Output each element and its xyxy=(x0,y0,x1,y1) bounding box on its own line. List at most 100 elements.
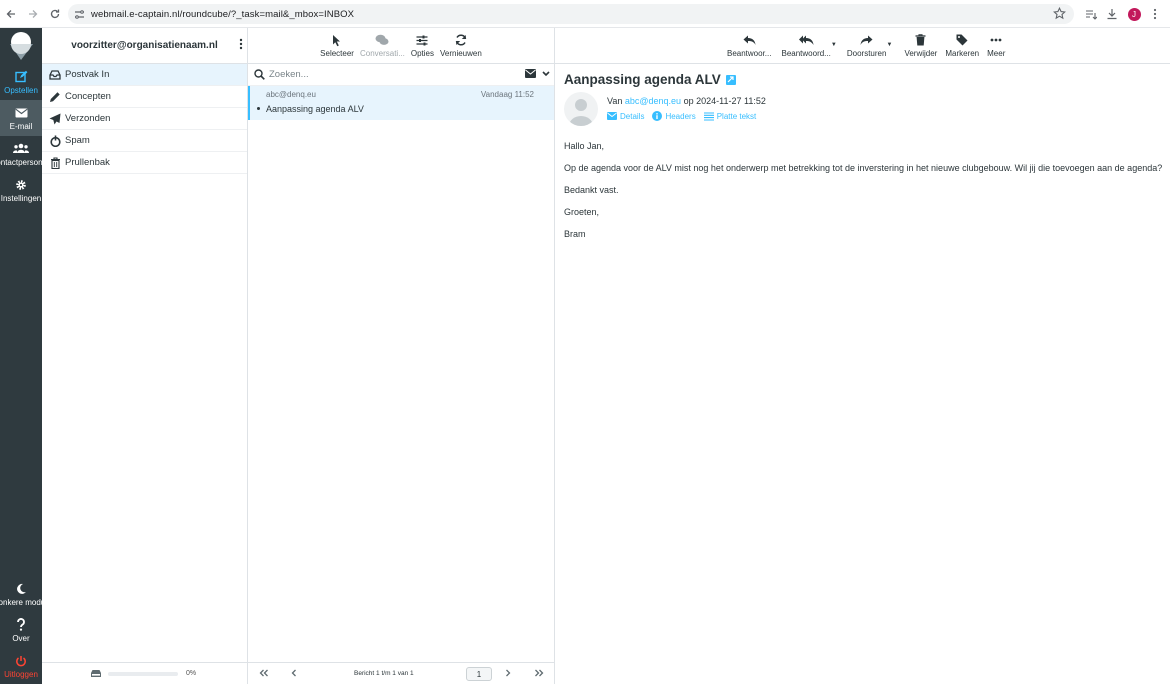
envelope-filter-icon[interactable] xyxy=(525,69,536,78)
message-row[interactable]: abc@denq.eu Vandaag 11:52 Aanpassing age… xyxy=(248,86,554,120)
previous-page-icon[interactable] xyxy=(291,669,297,677)
power-icon xyxy=(15,654,27,668)
refresh-button[interactable]: Vernieuwen xyxy=(440,28,482,64)
forward-arrow-icon[interactable] xyxy=(22,3,44,25)
question-icon xyxy=(16,618,26,632)
sender-email-link[interactable]: abc@denq.eu xyxy=(625,96,681,106)
task-logout[interactable]: Uitloggen xyxy=(0,648,42,684)
cursor-icon xyxy=(332,33,342,47)
trash-icon xyxy=(915,33,926,47)
threads-button[interactable]: Conversati... xyxy=(360,28,405,64)
message-list-panel: Selecteer Conversati... Opties Vernieuwe… xyxy=(248,28,555,684)
folder-drafts[interactable]: Concepten xyxy=(42,86,247,108)
from-prefix: Van xyxy=(607,96,623,106)
unread-dot xyxy=(257,107,260,110)
folder-sent[interactable]: Verzonden xyxy=(42,108,247,130)
body-paragraph: Op de agenda voor de ALV mist nog het on… xyxy=(564,163,1163,173)
url-text[interactable]: webmail.e-captain.nl/roundcube/?_task=ma… xyxy=(91,9,354,20)
search-icon xyxy=(254,69,265,80)
bookmark-star-icon[interactable] xyxy=(1053,7,1066,20)
reading-list-icon[interactable] xyxy=(1082,4,1100,24)
body-paragraph: Hallo Jan, xyxy=(564,141,605,151)
refresh-icon xyxy=(455,33,467,47)
task-mail[interactable]: E-mail xyxy=(0,100,42,136)
spam-icon xyxy=(48,135,62,147)
folder-inbox-label: Postvak In xyxy=(65,69,110,80)
folder-panel: voorzitter@organisatienaam.nl Postvak In… xyxy=(42,28,248,684)
download-icon[interactable] xyxy=(1103,4,1121,24)
address-bar[interactable]: webmail.e-captain.nl/roundcube/?_task=ma… xyxy=(68,4,1074,24)
roundcube-logo[interactable] xyxy=(0,28,42,64)
page-count: Bericht 1 t/m 1 van 1 xyxy=(354,670,414,677)
message-subject: Aanpassing agenda ALV xyxy=(266,104,364,114)
lines-icon xyxy=(703,111,714,121)
folder-trash[interactable]: Prullenbak xyxy=(42,152,247,174)
roundcube-app: Opstellen E-mail Contactpersonen Instell… xyxy=(0,28,1170,684)
task-logout-label: Uitloggen xyxy=(4,669,38,679)
next-page-icon[interactable] xyxy=(505,669,511,677)
task-menu-bottom: Donkere modus Over Uitloggen xyxy=(0,576,42,684)
back-arrow-icon[interactable] xyxy=(0,3,22,25)
more-button[interactable]: Meer xyxy=(987,28,1005,64)
task-mail-label: E-mail xyxy=(9,121,33,131)
forward-dropdown-icon[interactable]: ▼ xyxy=(886,42,892,48)
options-button[interactable]: Opties xyxy=(411,28,434,64)
date-prefix: op xyxy=(683,96,694,106)
task-menu: Opstellen E-mail Contactpersonen Instell… xyxy=(0,28,42,684)
account-header: voorzitter@organisatienaam.nl xyxy=(42,28,247,64)
paper-plane-icon xyxy=(48,113,62,125)
reply-icon xyxy=(743,33,756,47)
moon-icon xyxy=(15,582,27,596)
folder-inbox[interactable]: Postvak In xyxy=(42,64,247,86)
sender-line: Van abc@denq.eu op 2024-11-27 11:52 xyxy=(607,96,766,106)
plain-text-link[interactable]: Platte tekst xyxy=(703,111,757,121)
folder-drafts-label: Concepten xyxy=(65,91,111,102)
details-link[interactable]: Details xyxy=(607,112,644,121)
delete-label: Verwijder xyxy=(904,49,938,58)
reply-all-icon xyxy=(798,33,814,47)
task-dark-mode[interactable]: Donkere modus xyxy=(0,576,42,612)
page-number-input[interactable]: 1 xyxy=(466,667,492,681)
search-options-chevron-icon[interactable] xyxy=(542,70,550,77)
plain-text-label: Platte tekst xyxy=(716,111,757,121)
search-input[interactable] xyxy=(269,69,509,80)
folder-options-icon[interactable] xyxy=(239,38,243,50)
account-email: voorzitter@organisatienaam.nl xyxy=(71,40,218,51)
profile-avatar[interactable]: J xyxy=(1125,4,1143,24)
refresh-label: Vernieuwen xyxy=(440,49,482,58)
more-label: Meer xyxy=(987,49,1006,58)
envelope-icon xyxy=(14,106,28,120)
task-settings-label: Instellingen xyxy=(0,193,42,203)
select-button[interactable]: Selecteer xyxy=(320,28,354,64)
forward-label: Doorsturen xyxy=(846,49,887,58)
reply-all-button[interactable]: Beantwoord... ▼ xyxy=(781,28,837,64)
last-page-icon[interactable] xyxy=(534,669,544,677)
gear-icon xyxy=(15,178,27,192)
threads-label: Conversati... xyxy=(359,49,405,58)
first-page-icon[interactable] xyxy=(259,669,269,677)
mark-button[interactable]: Markeren xyxy=(945,28,979,64)
message-toolbar: Beantwoor... Beantwoord... ▼ Doorsturen … xyxy=(555,28,1170,64)
reply-all-dropdown-icon[interactable]: ▼ xyxy=(831,42,837,48)
forward-button[interactable]: Doorsturen ▼ xyxy=(846,28,892,64)
task-about[interactable]: Over xyxy=(0,612,42,648)
open-in-new-window-icon[interactable] xyxy=(725,74,736,85)
task-dark-mode-label: Donkere modus xyxy=(0,597,42,607)
tag-icon xyxy=(956,33,968,47)
reload-icon[interactable] xyxy=(44,3,66,25)
headers-link[interactable]: Headers xyxy=(652,111,696,121)
task-contacts[interactable]: Contactpersonen xyxy=(0,136,42,172)
reply-button[interactable]: Beantwoor... xyxy=(727,28,771,64)
task-settings[interactable]: Instellingen xyxy=(0,172,42,208)
header-links: Details Headers Platte tekst xyxy=(607,111,764,121)
browser-menu-icon[interactable] xyxy=(1147,4,1163,24)
body-paragraph: Bram xyxy=(564,229,586,239)
site-settings-icon[interactable] xyxy=(74,9,85,20)
message-from: abc@denq.eu xyxy=(266,90,316,99)
reply-label: Beantwoor... xyxy=(727,49,772,58)
list-toolbar: Selecteer Conversati... Opties Vernieuwe… xyxy=(248,28,554,64)
users-icon xyxy=(13,142,29,156)
delete-button[interactable]: Verwijder xyxy=(904,28,937,64)
folder-spam[interactable]: Spam xyxy=(42,130,247,152)
task-compose[interactable]: Opstellen xyxy=(0,64,42,100)
